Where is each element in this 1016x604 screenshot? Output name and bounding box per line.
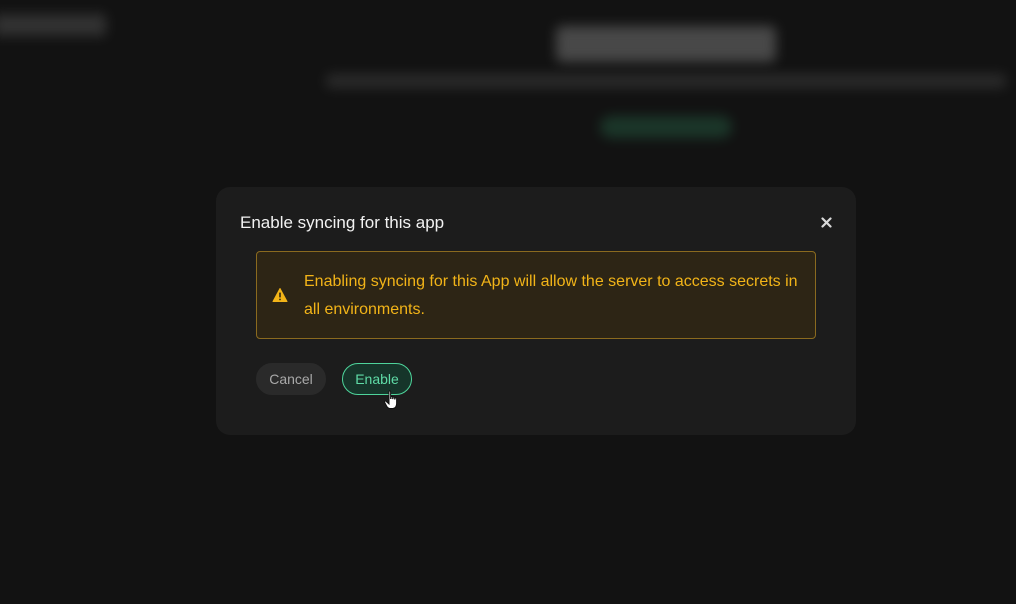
enable-syncing-dialog: Enable syncing for this app Enabling syn… (216, 187, 856, 435)
close-button[interactable] (818, 214, 834, 230)
blurred-logo (0, 14, 106, 36)
cancel-button[interactable]: Cancel (256, 363, 326, 395)
blurred-button (600, 116, 732, 138)
dialog-title: Enable syncing for this app (240, 213, 445, 232)
warning-message: Enabling syncing for this App will allow… (304, 273, 798, 318)
blurred-description (326, 74, 1006, 88)
enable-button[interactable]: Enable (342, 363, 412, 395)
blurred-heading (556, 26, 776, 62)
close-icon (820, 216, 832, 228)
warning-alert: Enabling syncing for this App will allow… (256, 251, 816, 339)
warning-triangle-icon (272, 288, 288, 302)
